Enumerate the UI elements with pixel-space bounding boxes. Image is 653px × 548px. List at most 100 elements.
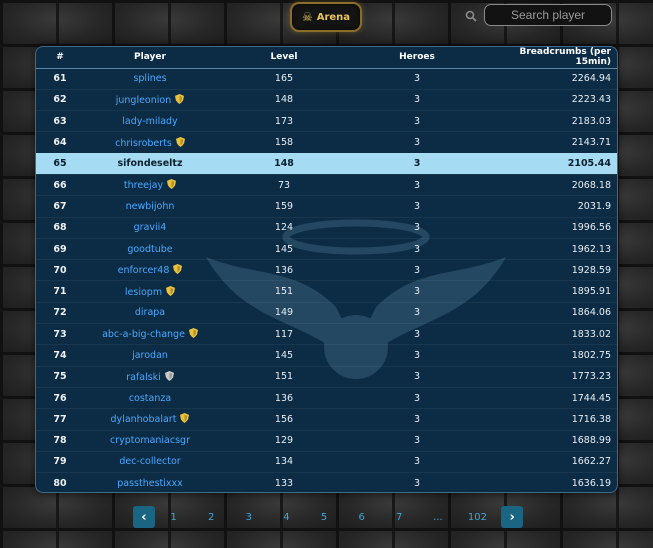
- cell-breadcrumbs: 1864.06: [482, 302, 617, 325]
- player-link[interactable]: sifondeseltz: [117, 158, 182, 169]
- cell-player: chrisroberts: [84, 131, 216, 154]
- search-icon: [465, 10, 477, 22]
- cell-player: goodtube: [84, 238, 216, 261]
- player-link[interactable]: lesiopm: [125, 287, 162, 298]
- chevron-right-icon[interactable]: ›: [501, 506, 524, 528]
- cell-rank: 75: [36, 366, 84, 388]
- cell-level: 145: [216, 344, 352, 367]
- cell-level: 151: [216, 280, 352, 303]
- gold-shield-icon: [175, 93, 185, 104]
- table-row[interactable]: 67 newbijohn 159 3 2031.9: [36, 195, 617, 218]
- player-link[interactable]: dylanhobalart: [111, 414, 177, 425]
- table-row[interactable]: 63 lady-milady 173 3 2183.03: [36, 110, 617, 133]
- header-heroes: Heroes: [352, 47, 482, 69]
- cell-rank: 72: [36, 302, 84, 325]
- cell-rank: 77: [36, 408, 84, 431]
- cell-rank: 66: [36, 174, 84, 197]
- cell-player: lady-milady: [84, 110, 216, 133]
- cell-breadcrumbs: 2264.94: [482, 68, 617, 90]
- cell-breadcrumbs: 1895.91: [482, 280, 617, 303]
- player-link[interactable]: threejay: [124, 180, 163, 191]
- cell-player: lesiopm: [84, 280, 216, 303]
- table-row[interactable]: 72 dirapa 149 3 1864.06: [36, 302, 617, 325]
- table-row[interactable]: 75 rafalski 151 3 1773.23: [36, 366, 617, 388]
- cell-rank: 80: [36, 472, 84, 492]
- cell-heroes: 3: [352, 68, 482, 90]
- gold-shield-icon: [175, 136, 185, 147]
- table-row[interactable]: 71 lesiopm 151 3 1895.91: [36, 280, 617, 303]
- page-link[interactable]: 4: [268, 512, 306, 523]
- player-link[interactable]: costanza: [129, 393, 171, 404]
- cell-breadcrumbs: 1773.23: [482, 366, 617, 388]
- table-row[interactable]: 74 jarodan 145 3 1802.75: [36, 344, 617, 367]
- table-row[interactable]: 70 enforcer48 136 3 1928.59: [36, 259, 617, 282]
- table-row[interactable]: 62 jungleonion 148 3 2223.43: [36, 89, 617, 112]
- header-player: Player: [84, 47, 216, 69]
- cell-heroes: 3: [352, 89, 482, 112]
- player-link[interactable]: abc-a-big-change: [102, 329, 185, 340]
- table-row[interactable]: 80 passthestixxx 133 3 1636.19: [36, 472, 617, 492]
- player-link[interactable]: dirapa: [135, 307, 165, 318]
- cell-player: passthestixxx: [84, 472, 216, 492]
- cell-level: 134: [216, 451, 352, 474]
- player-link[interactable]: newbijohn: [126, 201, 175, 212]
- player-link[interactable]: enforcer48: [118, 265, 170, 276]
- search-player-input[interactable]: [484, 4, 612, 26]
- cell-level: 124: [216, 217, 352, 239]
- table-row[interactable]: 64 chrisroberts 158 3 2143.71: [36, 131, 617, 154]
- table-row[interactable]: 76 costanza 136 3 1744.45: [36, 387, 617, 410]
- cell-breadcrumbs: 2143.71: [482, 131, 617, 154]
- player-link[interactable]: lady-milady: [122, 116, 177, 127]
- table-row[interactable]: 73 abc-a-big-change 117 3 1833.02: [36, 323, 617, 346]
- table-row[interactable]: 68 gravii4 124 3 1996.56: [36, 217, 617, 239]
- table-row[interactable]: 69 goodtube 145 3 1962.13: [36, 238, 617, 261]
- player-link[interactable]: cryptomaniacsgr: [110, 435, 190, 446]
- player-link[interactable]: passthestixxx: [117, 478, 183, 489]
- page-link[interactable]: 102: [458, 512, 498, 523]
- arena-button[interactable]: ☠ Arena: [290, 2, 362, 32]
- cell-breadcrumbs: 2223.43: [482, 89, 617, 112]
- table-row[interactable]: 78 cryptomaniacsgr 129 3 1688.99: [36, 430, 617, 452]
- cell-rank: 76: [36, 387, 84, 410]
- player-link[interactable]: jarodan: [132, 350, 168, 361]
- cell-level: 136: [216, 259, 352, 282]
- page-link[interactable]: 2: [192, 512, 230, 523]
- cell-heroes: 3: [352, 387, 482, 410]
- cell-breadcrumbs: 1744.45: [482, 387, 617, 410]
- cell-heroes: 3: [352, 344, 482, 367]
- player-link[interactable]: jungleonion: [116, 95, 172, 106]
- table-row[interactable]: 79 dec-collector 134 3 1662.27: [36, 451, 617, 474]
- table-row[interactable]: 77 dylanhobalart 156 3 1716.38: [36, 408, 617, 431]
- player-link[interactable]: rafalski: [126, 372, 161, 383]
- cell-player: jungleonion: [84, 89, 216, 112]
- cell-player: rafalski: [84, 366, 216, 388]
- player-link[interactable]: dec-collector: [119, 456, 180, 467]
- table-row[interactable]: 66 threejay 73 3 2068.18: [36, 174, 617, 197]
- cell-breadcrumbs: 1802.75: [482, 344, 617, 367]
- cell-heroes: 3: [352, 302, 482, 325]
- page-link[interactable]: 1: [155, 512, 193, 523]
- cell-rank: 62: [36, 89, 84, 112]
- cell-heroes: 3: [352, 131, 482, 154]
- player-link[interactable]: chrisroberts: [115, 138, 172, 149]
- chevron-left-icon[interactable]: ‹: [133, 506, 155, 528]
- table-row[interactable]: 65 sifondeseltz 148 3 2105.44: [36, 153, 617, 175]
- player-link[interactable]: gravii4: [134, 222, 167, 233]
- header-rank: #: [36, 47, 84, 69]
- page-link[interactable]: 7: [380, 512, 418, 523]
- page-link[interactable]: 3: [230, 512, 268, 523]
- cell-rank: 63: [36, 110, 84, 133]
- pagination: ‹ 1 2 3 4 5 6 7... 102 ›: [133, 506, 524, 528]
- player-link[interactable]: splines: [133, 73, 166, 84]
- page-link[interactable]: 6: [343, 512, 381, 523]
- table-row[interactable]: 61 splines 165 3 2264.94: [36, 68, 617, 90]
- page-link[interactable]: 5: [305, 512, 343, 523]
- cell-level: 133: [216, 472, 352, 492]
- player-link[interactable]: goodtube: [127, 244, 172, 255]
- cell-rank: 65: [36, 153, 84, 175]
- cell-player: jarodan: [84, 344, 216, 367]
- leaderboard-table: # Player Level Heroes Breadcrumbs (per 1…: [36, 47, 617, 492]
- table-header-row: # Player Level Heroes Breadcrumbs (per 1…: [36, 47, 617, 69]
- header-breadcrumbs: Breadcrumbs (per 15min): [482, 47, 617, 69]
- cell-player: sifondeseltz: [84, 153, 216, 175]
